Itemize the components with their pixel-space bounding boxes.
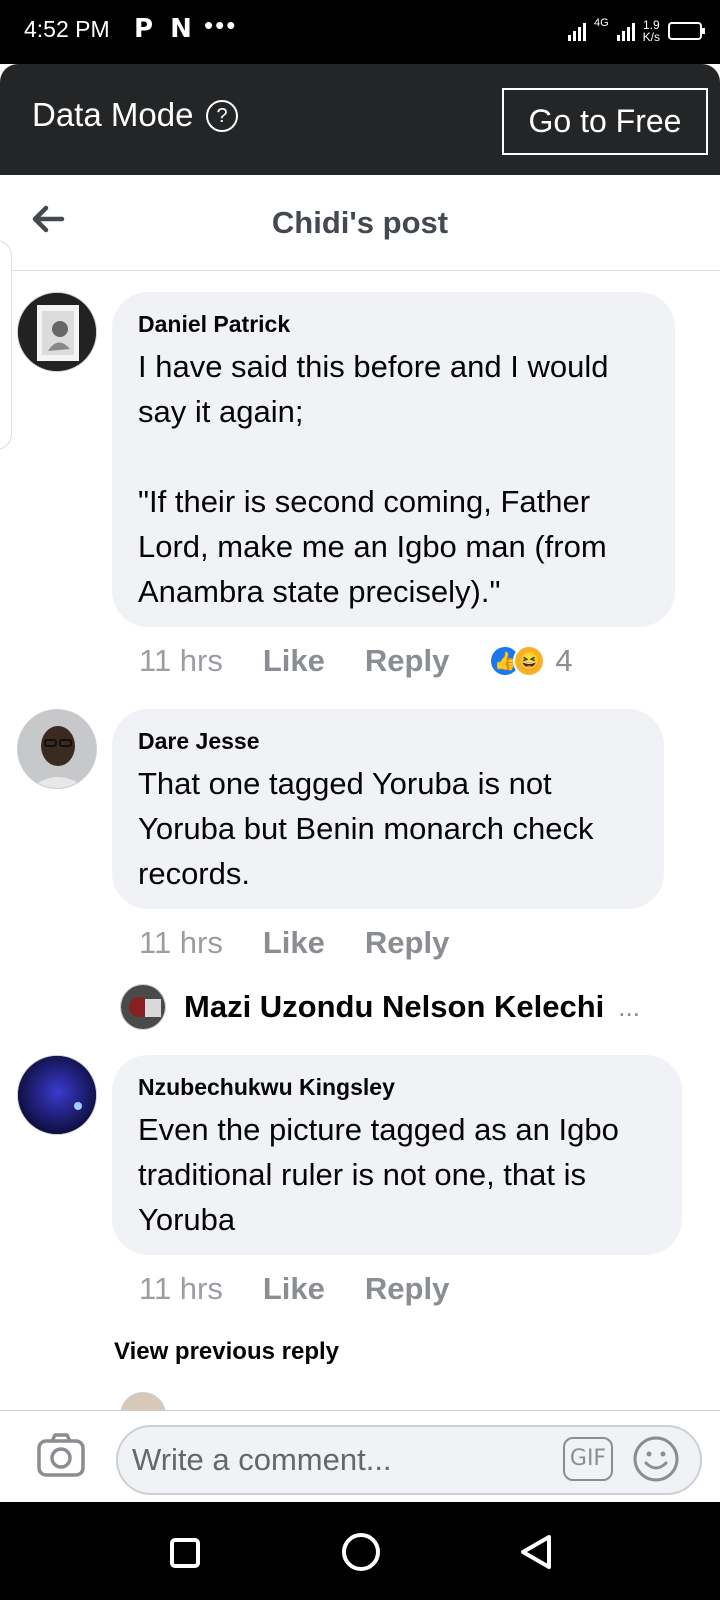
page-title: Chidi's post <box>271 205 449 240</box>
comment-actions: 11 hrs Like Reply <box>139 1271 489 1307</box>
comment-text: That one tagged Yoruba is not Yoruba but… <box>138 766 603 891</box>
comment-author[interactable]: Dare Jesse <box>138 727 638 755</box>
avatar[interactable] <box>17 709 97 789</box>
network-type: 4G <box>593 17 609 29</box>
comment-actions: 11 hrs Like Reply <box>139 925 489 961</box>
post-header: Chidi's post <box>0 175 720 271</box>
comment-actions: 11 hrs Like Reply 👍 😆 4 <box>139 643 573 679</box>
haha-reaction-icon: 😆 <box>513 645 546 677</box>
battery-icon <box>668 22 705 40</box>
comment-input[interactable] <box>116 1425 702 1495</box>
status-time: 4:52 PM <box>24 16 110 42</box>
avatar[interactable] <box>17 1055 97 1135</box>
gif-icon[interactable]: GIF <box>563 1437 613 1481</box>
comment-bubble: Daniel Patrick I have said this before a… <box>112 292 675 627</box>
reactions[interactable]: 👍 😆 4 <box>489 643 573 679</box>
data-mode-bar: Data Mode ? Go to Free <box>0 64 720 175</box>
network-speed: 1.9 K/s <box>643 19 660 43</box>
reply-author[interactable]: Mazi Uzondu Nelson Kelechi <box>184 989 604 1025</box>
back-triangle-icon[interactable] <box>518 1533 554 1571</box>
go-to-free-button[interactable]: Go to Free <box>502 88 708 155</box>
like-button[interactable]: Like <box>263 643 325 679</box>
avatar-photo <box>18 1056 96 1134</box>
comment-time[interactable]: 11 hrs <box>139 1271 223 1307</box>
comment-author[interactable]: Daniel Patrick <box>138 310 649 338</box>
camera-icon[interactable] <box>36 1431 86 1479</box>
comment-text: Even the picture tagged as an Igbo tradi… <box>138 1112 628 1237</box>
avatar-photo <box>18 710 96 788</box>
view-previous-reply-link[interactable]: View previous reply <box>114 1338 339 1366</box>
comment-time[interactable]: 11 hrs <box>139 925 223 961</box>
status-indicators: 4G 1.9 K/s <box>567 14 705 48</box>
side-panel-handle[interactable] <box>0 240 12 450</box>
partial-reply-row <box>120 1392 600 1410</box>
status-bar: 4:52 PM P N ••• 4G 1.9 K/s <box>0 0 720 64</box>
reply-avatar-photo <box>121 985 165 1029</box>
reply-preview[interactable]: Mazi Uzondu Nelson Kelechi ... <box>120 984 640 1030</box>
help-icon[interactable]: ? <box>206 100 238 132</box>
avatar[interactable] <box>17 292 97 372</box>
signal-icon <box>567 21 586 41</box>
like-button[interactable]: Like <box>263 1271 325 1307</box>
notification-app-icons: P N <box>134 14 196 44</box>
data-mode-label: Data Mode <box>32 96 194 133</box>
comment-author[interactable]: Nzubechukwu Kingsley <box>138 1073 656 1101</box>
comment-time[interactable]: 11 hrs <box>139 643 223 679</box>
reply-button[interactable]: Reply <box>365 925 449 961</box>
more-notifications-icon: ••• <box>204 10 238 40</box>
comment-bubble: Nzubechukwu Kingsley Even the picture ta… <box>112 1055 682 1255</box>
like-button[interactable]: Like <box>263 925 325 961</box>
reply-button[interactable]: Reply <box>365 643 449 679</box>
emoji-icon[interactable] <box>632 1435 680 1483</box>
signal-icon-2 <box>616 21 635 41</box>
reaction-count: 4 <box>555 643 573 678</box>
reply-button[interactable]: Reply <box>365 1271 449 1307</box>
recent-apps-icon[interactable] <box>170 1538 200 1568</box>
comment-composer: GIF <box>0 1410 720 1502</box>
reply-avatar <box>120 984 166 1030</box>
speed-unit: K/s <box>642 30 660 44</box>
partial-reply-avatar <box>120 1392 166 1410</box>
reply-more: ... <box>618 991 640 1022</box>
system-nav-bar <box>0 1502 720 1600</box>
home-icon[interactable] <box>342 1533 380 1571</box>
avatar-photo <box>18 293 96 371</box>
comment-bubble: Dare Jesse That one tagged Yoruba is not… <box>112 709 664 909</box>
comment-text: I have said this before and I would say … <box>138 349 609 609</box>
